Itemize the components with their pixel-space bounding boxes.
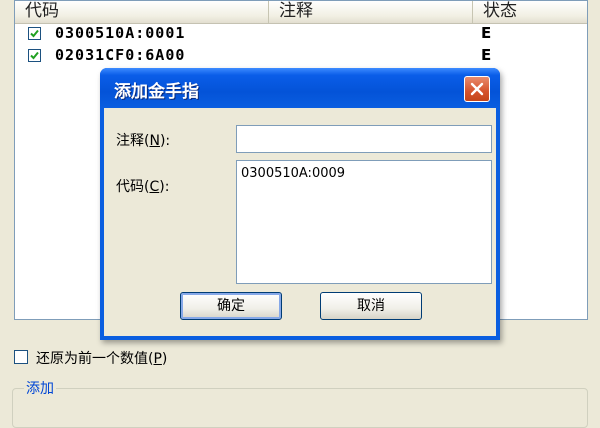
code-label: 代码(C): — [116, 179, 170, 195]
cancel-button[interactable]: 取消 — [320, 292, 422, 320]
restore-checkbox[interactable] — [14, 350, 28, 364]
dialog-body: 注释(N): 代码(C): 0300510A:0009 确定 取消 — [104, 108, 496, 336]
list-header: 代码 注释 状态 — [15, 1, 587, 24]
row-code: 0300510A:0001 — [55, 24, 186, 42]
close-icon — [470, 82, 484, 96]
row-status: E — [481, 24, 492, 42]
row-checkbox[interactable] — [28, 27, 41, 40]
checkmark-icon — [30, 29, 39, 38]
dialog-titlebar[interactable]: 添加金手指 — [100, 68, 500, 108]
code-textarea[interactable]: 0300510A:0009 — [236, 160, 492, 284]
add-groupbox — [12, 388, 588, 428]
add-group-label: 添加 — [24, 378, 56, 398]
list-item[interactable]: 02031CF0:6A00 E — [15, 45, 587, 67]
add-cheat-dialog: 添加金手指 注释(N): 代码(C): 0300510A:0009 确定 取消 — [100, 68, 500, 340]
column-header-status[interactable]: 状态 — [473, 1, 589, 23]
restore-label: 还原为前一个数值(P) — [36, 351, 168, 367]
row-checkbox[interactable] — [28, 49, 41, 62]
list-item[interactable]: 0300510A:0001 E — [15, 23, 587, 45]
close-button[interactable] — [464, 76, 490, 102]
note-input[interactable] — [236, 125, 492, 153]
row-code: 02031CF0:6A00 — [55, 46, 186, 64]
dialog-title: 添加金手指 — [114, 82, 199, 102]
ok-button[interactable]: 确定 — [180, 292, 282, 320]
code-value: 0300510A:0009 — [241, 166, 346, 181]
column-header-note[interactable]: 注释 — [269, 1, 473, 23]
column-header-code[interactable]: 代码 — [15, 1, 269, 23]
checkmark-icon — [30, 51, 39, 60]
note-label: 注释(N): — [116, 133, 171, 149]
row-status: E — [481, 46, 492, 64]
